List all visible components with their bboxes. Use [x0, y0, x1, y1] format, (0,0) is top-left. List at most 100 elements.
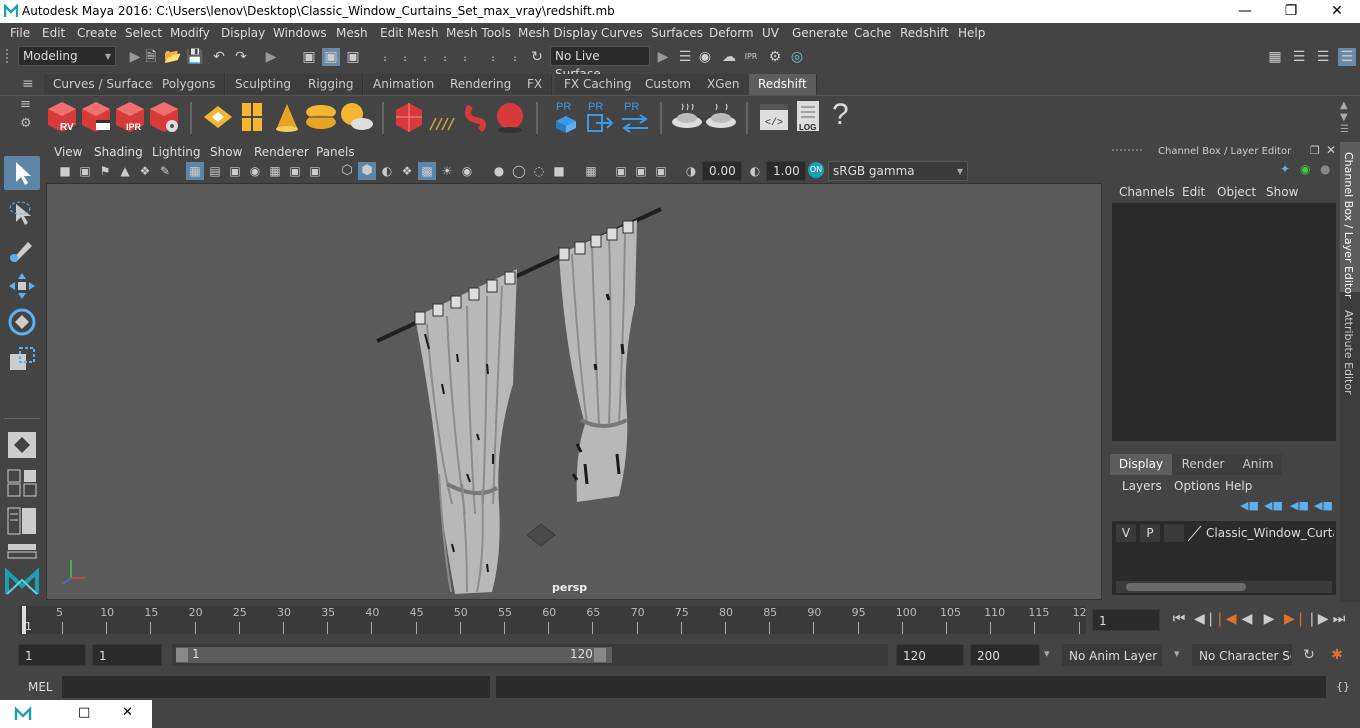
panel-menu-renderer[interactable]: Renderer: [254, 145, 309, 159]
redshift-bake-icon[interactable]: [670, 100, 704, 134]
safe-action-icon[interactable]: ▣: [286, 162, 304, 180]
snap-grid-icon[interactable]: ⨾: [376, 48, 394, 66]
panel-menu-view[interactable]: View: [54, 145, 82, 159]
menu-modify[interactable]: Modify: [170, 26, 210, 40]
layer-name[interactable]: Classic_Window_Curtain: [1206, 524, 1334, 542]
snap-curve-icon[interactable]: ⨾: [396, 48, 414, 66]
select-tool-button[interactable]: [4, 156, 40, 190]
live-surface-field[interactable]: No Live Surface: [550, 46, 650, 81]
redshift-proxy-icon[interactable]: [202, 102, 234, 132]
animation-start-field[interactable]: 1: [18, 644, 86, 666]
channel-object-menu[interactable]: Object: [1217, 185, 1256, 199]
shelf-tab-animation[interactable]: Animation: [364, 74, 445, 95]
redshift-hair-icon[interactable]: [426, 100, 460, 134]
redshift-sphere-icon[interactable]: [494, 100, 526, 134]
redshift-bake-set-icon[interactable]: [704, 100, 738, 134]
menu-edit[interactable]: Edit: [42, 26, 65, 40]
time-slider[interactable]: 1 5 10 15 20 25 30 35 40 45 50 55 60 65 70 75 80 85 90 95 1…: [0, 604, 1360, 636]
redshift-proxy-import-icon[interactable]: PR: [584, 98, 614, 136]
playback-start-field[interactable]: 1: [92, 644, 162, 666]
layer-move-down-icon[interactable]: ◀■: [1264, 499, 1283, 512]
auto-key-icon[interactable]: ↻: [1300, 646, 1318, 664]
menu-file[interactable]: File: [10, 26, 30, 40]
redshift-ipr-icon[interactable]: IPR: [114, 100, 146, 134]
scale-tool-icon[interactable]: [6, 344, 38, 376]
open-scene-icon[interactable]: 📂: [164, 48, 182, 66]
menu-mesh[interactable]: Mesh: [336, 26, 368, 40]
shelf-tab-custom[interactable]: Custom: [636, 74, 701, 95]
select-component-icon[interactable]: ▣: [344, 48, 362, 66]
layer-tab-anim[interactable]: Anim: [1234, 454, 1282, 475]
layer-options-menu[interactable]: Options: [1174, 479, 1220, 493]
orient-icon[interactable]: ◉: [1300, 162, 1310, 176]
shelf-menu-icon[interactable]: ≡: [20, 97, 34, 112]
camera-select-icon[interactable]: ■: [56, 162, 74, 180]
minimize-button[interactable]: —: [1222, 0, 1268, 23]
shelf-tab-sculpting[interactable]: Sculpting: [226, 74, 302, 95]
redshift-sun-icon[interactable]: [338, 100, 374, 134]
layer-visibility-toggle[interactable]: V: [1116, 524, 1136, 542]
camera-attributes-icon[interactable]: ▣: [76, 162, 94, 180]
snap-face-icon[interactable]: ⨾: [506, 48, 524, 66]
redshift-render-view-icon[interactable]: </>: [758, 100, 790, 134]
workspace-icon[interactable]: ▦: [1266, 48, 1284, 66]
snap-view-icon[interactable]: ⨾: [436, 48, 454, 66]
redshift-curve-icon[interactable]: [462, 100, 492, 134]
persp-outliner-layout-icon[interactable]: [6, 506, 38, 536]
redshift-domelight-icon[interactable]: [304, 100, 338, 134]
menu-redshift[interactable]: Redshift: [900, 26, 949, 40]
ambient-occlusion-icon[interactable]: ◉: [458, 162, 476, 180]
smooth-shade-icon[interactable]: ⬢: [358, 162, 376, 180]
side-tab-attribute-editor[interactable]: Attribute Editor: [1340, 304, 1360, 404]
render-settings-icon[interactable]: ⚙: [766, 48, 784, 66]
new-scene-icon[interactable]: 🗎: [142, 48, 160, 66]
xray-icon[interactable]: ▦: [582, 162, 600, 180]
current-frame-field[interactable]: 1: [1092, 609, 1160, 631]
render-view-icon[interactable]: ◉: [696, 48, 714, 66]
go-to-end-icon[interactable]: ⏭: [1330, 610, 1348, 628]
menu-curves[interactable]: Curves: [601, 26, 643, 40]
side-tab-channel-box[interactable]: Channel Box / Layer Editor: [1340, 142, 1360, 299]
shelf-tab-redshift[interactable]: Redshift: [749, 74, 817, 95]
two-d-pan-icon[interactable]: ❖: [136, 162, 154, 180]
colorspace-selector[interactable]: sRGB gamma ▾: [828, 161, 968, 181]
toggle-attribute-editor-icon[interactable]: ☰: [1314, 48, 1332, 66]
ipr-render-icon[interactable]: IPR: [742, 48, 760, 66]
shelf-tab-fx-caching[interactable]: FX Caching: [555, 74, 642, 95]
field-chart-icon[interactable]: ▦: [266, 162, 284, 180]
film-gate-icon[interactable]: ▤: [206, 162, 224, 180]
xray-joints-icon[interactable]: ▣: [612, 162, 630, 180]
mel-label[interactable]: MEL: [28, 680, 53, 694]
shelf-settings-icon[interactable]: ⚙: [20, 116, 34, 131]
menu-uv[interactable]: UV: [762, 26, 779, 40]
minimized-window-bar[interactable]: □ ✕: [0, 700, 152, 728]
menu-deform[interactable]: Deform: [709, 26, 754, 40]
shelf-tab-rendering[interactable]: Rendering: [441, 74, 522, 95]
toggle-channel-box-icon[interactable]: ☰: [1338, 48, 1356, 66]
redshift-settings-icon[interactable]: [148, 100, 180, 134]
layer-color-swatch[interactable]: [1187, 524, 1202, 542]
layer-move-up-icon[interactable]: ◀■: [1240, 499, 1259, 512]
shelf-scroll-icon[interactable]: ▲ ▼ ☰: [1340, 100, 1352, 136]
anti-aliasing-icon[interactable]: ◯: [510, 162, 528, 180]
new-layer-selected-icon[interactable]: ◀■: [1290, 499, 1309, 512]
char-set-chevron-icon[interactable]: ▾: [1174, 647, 1180, 660]
layer-tab-render[interactable]: Render: [1172, 454, 1234, 475]
paint-select-icon[interactable]: [6, 234, 38, 264]
float-panel-icon[interactable]: ❐: [1310, 144, 1320, 157]
move-tool-icon[interactable]: [6, 270, 38, 302]
redshift-proxy-export-icon[interactable]: PR: [552, 98, 580, 136]
layer-tab-display[interactable]: Display: [1110, 454, 1172, 475]
anim-layer-selector[interactable]: No Anim Layer: [1062, 644, 1162, 666]
channel-show-menu[interactable]: Show: [1266, 185, 1298, 199]
layer-display-type-toggle[interactable]: [1164, 524, 1184, 542]
channel-edit-menu[interactable]: Edit: [1182, 185, 1205, 199]
snap-point-icon[interactable]: ⨾: [416, 48, 434, 66]
motion-blur-icon[interactable]: ●: [490, 162, 508, 180]
new-layer-icon[interactable]: ◀■: [1314, 499, 1333, 512]
backface-culling-icon[interactable]: ▣: [652, 162, 670, 180]
time-slider-track[interactable]: 1 5 10 15 20 25 30 35 40 45 50 55 60 65 70 75 80 85 90 95 1…: [18, 606, 1087, 634]
playback-end-field[interactable]: 120: [896, 644, 964, 666]
menu-lines-icon[interactable]: ≡: [22, 77, 36, 91]
persp-graph-layout-icon[interactable]: [6, 542, 38, 560]
